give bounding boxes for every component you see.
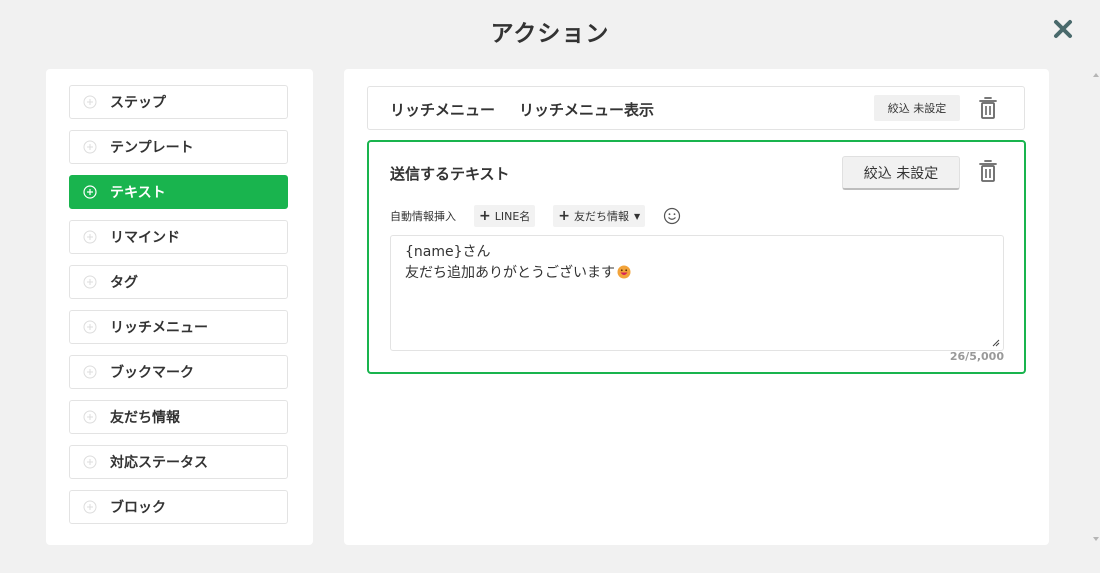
sidebar-item-label: 対応ステータス: [110, 455, 208, 471]
plus-circle-icon: [83, 455, 97, 469]
message-textarea[interactable]: {name}さん 友だち追加ありがとうございます: [390, 235, 1004, 351]
message-line-1: {name}さん: [405, 244, 491, 260]
plus-circle-icon: [83, 95, 97, 109]
smiley-icon: [664, 207, 681, 225]
sidebar-item-label: リマインド: [110, 230, 180, 246]
plus-circle-icon: [83, 365, 97, 379]
action-value-label: リッチメニュー表示: [519, 101, 655, 119]
text-action-card: 送信するテキスト 絞込 未設定 自動情報挿入 + LINE名 + 友だち情報 ▼: [367, 140, 1026, 374]
auto-insert-label: 自動情報挿入: [390, 210, 456, 223]
plus-circle-icon: [83, 230, 97, 244]
plus-circle-icon: [83, 500, 97, 514]
sidebar-item-label: テキスト: [110, 185, 166, 201]
insert-friend-info-dropdown[interactable]: + 友だち情報 ▼: [553, 205, 646, 227]
character-counter: 26/5,000: [949, 350, 1004, 363]
sidebar-item-label: テンプレート: [110, 140, 194, 156]
plus-icon: +: [558, 208, 571, 224]
sidebar-item-bookmark[interactable]: ブックマーク: [69, 355, 288, 389]
sidebar-item-label: 友だち情報: [110, 410, 180, 426]
grinning-emoji-icon: [617, 265, 631, 279]
sidebar-item-label: ブロック: [110, 500, 166, 516]
rich-menu-action-title: リッチメニュー リッチメニュー表示: [390, 99, 654, 120]
close-button[interactable]: [1052, 18, 1074, 40]
emoji-button[interactable]: [663, 207, 681, 225]
sidebar-item-friend-info[interactable]: 友だち情報: [69, 400, 288, 434]
message-line-2-text: 友だち追加ありがとうございます: [405, 265, 615, 281]
insert-line-name-label: LINE名: [494, 210, 531, 223]
sidebar-item-status[interactable]: 対応ステータス: [69, 445, 288, 479]
plus-circle-icon: [83, 275, 97, 289]
sidebar-item-label: タグ: [110, 275, 138, 291]
plus-circle-icon: [83, 185, 97, 199]
sidebar-item-rich-menu[interactable]: リッチメニュー: [69, 310, 288, 344]
sidebar-item-tag[interactable]: タグ: [69, 265, 288, 299]
action-list-panel: リッチメニュー リッチメニュー表示 絞込 未設定 送信するテキスト 絞込 未設定 …: [344, 69, 1049, 545]
page-title: アクション: [490, 21, 610, 47]
sidebar-item-step[interactable]: ステップ: [69, 85, 288, 119]
caret-down-icon: ▼: [634, 211, 641, 221]
text-action-title: 送信するテキスト: [390, 165, 510, 183]
plus-circle-icon: [83, 140, 97, 154]
sidebar-item-text[interactable]: テキスト: [69, 175, 288, 209]
message-line-2: 友だち追加ありがとうございます: [405, 263, 989, 284]
resize-handle-icon[interactable]: [992, 339, 1000, 347]
close-icon: [1054, 20, 1072, 38]
sidebar-item-template[interactable]: テンプレート: [69, 130, 288, 164]
filter-button[interactable]: 絞込 未設定: [842, 156, 960, 190]
action-type-sidebar: ステップ テンプレート テキスト リマインド タグ リッチメニュー ブックマーク…: [46, 69, 313, 545]
filter-button[interactable]: 絞込 未設定: [874, 95, 960, 121]
plus-icon: +: [479, 208, 491, 224]
auto-insert-toolbar: 自動情報挿入 + LINE名 + 友だち情報 ▼: [390, 205, 681, 227]
scroll-up-icon[interactable]: [1093, 73, 1099, 77]
plus-circle-icon: [83, 410, 97, 424]
sidebar-item-remind[interactable]: リマインド: [69, 220, 288, 254]
plus-circle-icon: [83, 320, 97, 334]
action-type-label: リッチメニュー: [390, 101, 496, 119]
sidebar-item-label: ステップ: [110, 95, 166, 111]
sidebar-item-block[interactable]: ブロック: [69, 490, 288, 524]
scrollbar[interactable]: [1091, 69, 1100, 545]
sidebar-item-label: ブックマーク: [110, 365, 194, 381]
sidebar-item-label: リッチメニュー: [110, 320, 208, 336]
rich-menu-action-card: リッチメニュー リッチメニュー表示 絞込 未設定: [367, 86, 1025, 130]
insert-line-name-button[interactable]: + LINE名: [474, 205, 536, 227]
scroll-down-icon[interactable]: [1093, 537, 1099, 541]
trash-icon[interactable]: [978, 96, 998, 120]
trash-icon[interactable]: [978, 159, 998, 183]
insert-friend-info-label: 友だち情報: [574, 210, 630, 223]
